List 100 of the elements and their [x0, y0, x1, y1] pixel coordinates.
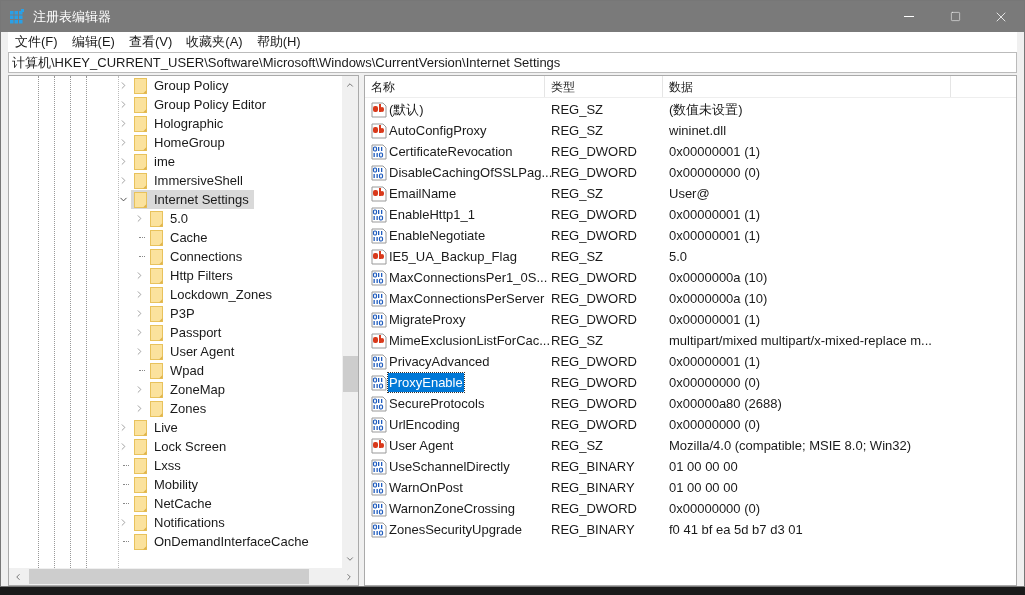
scroll-right-icon[interactable] [344, 571, 354, 582]
value-name[interactable]: AutoConfigProxy [388, 120, 488, 141]
value-type: REG_DWORD [550, 289, 638, 308]
value-name[interactable]: MaxConnectionsPer1_0S... [388, 267, 549, 288]
tree-item[interactable]: Lock Screen [131, 437, 232, 456]
address-bar[interactable]: 计算机\HKEY_CURRENT_USER\Software\Microsoft\Windows\CurrentVersion\Internet Settings [8, 52, 1017, 73]
menu-item[interactable]: 帮助(H) [249, 32, 308, 52]
string-value-icon [371, 437, 387, 454]
value-name[interactable]: UrlEncoding [388, 414, 461, 435]
binary-value-icon [371, 164, 387, 181]
value-data: 0x00000001 (1) [668, 352, 761, 371]
value-data: 0x00000000 (0) [668, 163, 761, 182]
menu-item[interactable]: 文件(F) [8, 32, 65, 52]
tree-item[interactable]: Group Policy [131, 76, 234, 95]
value-name[interactable]: PrivacyAdvanced [388, 351, 491, 372]
string-value-icon [371, 185, 387, 202]
value-name[interactable]: IE5_UA_Backup_Flag [388, 246, 518, 267]
value-type: REG_BINARY [550, 457, 636, 476]
value-name[interactable]: MigrateProxy [388, 309, 467, 330]
tree-item[interactable]: Http Filters [147, 266, 238, 285]
value-data: multipart/mixed multipart/x-mixed-replace m... [668, 331, 932, 350]
horizontal-scrollbar[interactable] [9, 568, 358, 585]
value-type: REG_DWORD [550, 142, 638, 161]
tree-item[interactable]: Internet Settings [131, 190, 254, 209]
binary-value-icon [371, 479, 387, 496]
folder-icon [134, 514, 148, 531]
tree-item[interactable]: ime [131, 152, 180, 171]
value-data: 0x00000001 (1) [668, 205, 761, 224]
value-name[interactable]: WarnonZoneCrossing [388, 498, 516, 519]
menu-item[interactable]: 查看(V) [121, 32, 180, 52]
menu-item[interactable]: 收藏夹(A) [179, 32, 250, 52]
folder-icon [150, 305, 164, 322]
tree-item[interactable]: Group Policy Editor [131, 95, 271, 114]
tree-item[interactable]: Notifications [131, 513, 230, 532]
tree-item[interactable]: User Agent [147, 342, 240, 361]
tree-item[interactable]: P3P [147, 304, 200, 323]
value-type: REG_SZ [550, 436, 604, 455]
folder-icon [134, 533, 148, 550]
value-name[interactable]: SecureProtocols [388, 393, 486, 414]
tree-item[interactable]: 5.0 [147, 209, 194, 228]
folder-icon [134, 457, 148, 474]
tree-item[interactable]: Lockdown_Zones [147, 285, 277, 304]
value-data: 0x0000000a (10) [668, 268, 768, 287]
value-name[interactable]: UseSchannelDirectly [388, 456, 511, 477]
tree-item[interactable]: Holographic [131, 114, 229, 133]
tree-item[interactable]: Mobility [131, 475, 204, 494]
scrollbar-thumb[interactable] [29, 569, 309, 584]
tree-item[interactable]: Live [131, 418, 183, 437]
folder-icon [150, 210, 164, 227]
folder-icon [134, 438, 148, 455]
binary-value-icon [371, 500, 387, 517]
value-name[interactable]: (默认) [388, 99, 425, 120]
tree-item[interactable]: OnDemandInterfaceCache [131, 532, 314, 551]
value-name[interactable]: WarnOnPost [388, 477, 464, 498]
string-value-icon [371, 122, 387, 139]
tree-item[interactable]: Wpad [147, 361, 209, 380]
tree-item[interactable]: HomeGroup [131, 133, 230, 152]
column-header[interactable]: 类型 [545, 76, 663, 97]
value-name[interactable]: ProxyEnable [388, 372, 464, 393]
value-name[interactable]: EnableHttp1_1 [388, 204, 476, 225]
folder-icon [150, 381, 164, 398]
value-data: 5.0 [668, 247, 688, 266]
scroll-left-icon[interactable] [13, 571, 23, 582]
tree-item[interactable]: NetCache [131, 494, 217, 513]
folder-icon [150, 286, 164, 303]
value-type: REG_DWORD [550, 499, 638, 518]
value-type: REG_DWORD [550, 268, 638, 287]
value-type: REG_DWORD [550, 310, 638, 329]
value-type: REG_DWORD [550, 205, 638, 224]
value-name[interactable]: MimeExclusionListForCac... [388, 330, 552, 351]
vertical-scrollbar[interactable] [342, 76, 358, 568]
tree-item[interactable]: Zones [147, 399, 212, 418]
value-name[interactable]: User Agent [388, 435, 455, 456]
menu-item[interactable]: 编辑(E) [64, 32, 122, 52]
value-name[interactable]: MaxConnectionsPerServer [388, 288, 546, 309]
scroll-up-icon[interactable] [345, 80, 355, 90]
tree-item[interactable]: ImmersiveShell [131, 171, 248, 190]
column-header[interactable]: 名称 [365, 76, 545, 97]
value-type: REG_BINARY [550, 520, 636, 539]
value-name[interactable]: CertificateRevocation [388, 141, 514, 162]
tree-item[interactable]: Passport [147, 323, 227, 342]
value-data: 0x00000001 (1) [668, 226, 761, 245]
tree-item[interactable]: Cache [147, 228, 213, 247]
binary-value-icon [371, 374, 387, 391]
binary-value-icon [371, 143, 387, 160]
binary-value-icon [371, 395, 387, 412]
scrollbar-thumb[interactable] [342, 356, 358, 392]
tree-item[interactable]: Connections [147, 247, 248, 266]
tree-item[interactable]: Lxss [131, 456, 186, 475]
value-data: 0x00000001 (1) [668, 142, 761, 161]
folder-icon [134, 115, 148, 132]
value-type: REG_SZ [550, 100, 604, 119]
string-value-icon [371, 248, 387, 265]
column-header[interactable]: 数据 [663, 76, 951, 97]
scroll-down-icon[interactable] [345, 554, 355, 564]
value-name[interactable]: EnableNegotiate [388, 225, 487, 246]
tree-item[interactable]: ZoneMap [147, 380, 230, 399]
maximize-icon [949, 11, 961, 22]
value-name[interactable]: ZonesSecurityUpgrade [388, 519, 523, 540]
value-name[interactable]: EmailName [388, 183, 458, 204]
